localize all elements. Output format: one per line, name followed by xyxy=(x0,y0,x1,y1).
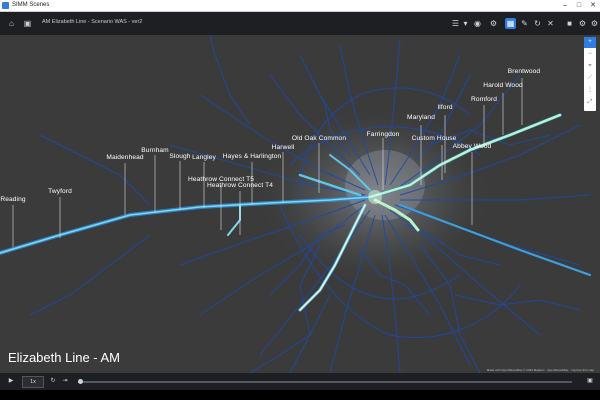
bottom-strip xyxy=(0,390,600,400)
play-icon[interactable]: ▶ xyxy=(6,376,16,386)
station-label-maidenhead[interactable]: Maidenhead xyxy=(106,154,143,161)
zoom-out-button[interactable]: − xyxy=(584,49,596,60)
edit-icon[interactable]: ✎ xyxy=(519,18,530,29)
loop-icon[interactable]: ↻ xyxy=(48,376,58,386)
speed-select[interactable]: 1x xyxy=(22,376,44,388)
station-label-harwell[interactable]: Harwell xyxy=(272,144,295,151)
map-attribution[interactable]: Made with OpenStreetMap © 2024 Mapbox · … xyxy=(487,368,594,372)
refresh-icon[interactable]: ↻ xyxy=(532,18,543,29)
window-titlebar: SIMM Scenes – □ ✕ xyxy=(0,0,600,12)
measure-icon[interactable]: ⟋ xyxy=(584,73,596,84)
app-title: SIMM Scenes xyxy=(12,2,50,8)
scenario-title: AM Elizabeth Line - Scenario WAS - ver2 xyxy=(42,19,143,25)
station-label-ilford[interactable]: Ilford xyxy=(437,104,452,111)
zoom-in-button[interactable]: + xyxy=(584,37,596,48)
station-label-custom-house[interactable]: Custom House xyxy=(412,135,457,142)
settings-icon[interactable]: ⚙ xyxy=(488,18,499,29)
map-canvas[interactable]: Reading Twyford Maidenhead Burnham Sloug… xyxy=(0,35,600,373)
save-icon[interactable]: ▣ xyxy=(22,18,33,29)
step-icon[interactable]: ⇥ xyxy=(60,376,70,386)
main-toolbar: ⌂ ▣ AM Elizabeth Line - Scenario WAS - v… xyxy=(0,12,600,35)
map-tools-panel: + − ⌖ ⟋ ⋮ ⤢ xyxy=(584,37,596,111)
station-label-maryland[interactable]: Maryland xyxy=(407,114,435,121)
home-icon[interactable]: ⌂ xyxy=(6,18,17,29)
close-icon[interactable]: ✕ xyxy=(545,18,556,29)
camera-icon[interactable]: ■ xyxy=(564,18,575,29)
gear-icon[interactable]: ⚙ xyxy=(577,18,588,29)
maximize-button[interactable]: □ xyxy=(572,0,586,11)
station-label-hayes-harlington[interactable]: Hayes & Harlington xyxy=(223,153,282,160)
station-label-romford[interactable]: Romford xyxy=(471,96,497,103)
fullscreen-icon[interactable]: ▣ xyxy=(585,376,595,386)
station-label-abbey-wood[interactable]: Abbey Wood xyxy=(453,143,492,150)
station-label-reading[interactable]: Reading xyxy=(0,196,25,203)
map-caption: Elizabeth Line - AM xyxy=(8,350,121,365)
app-icon xyxy=(2,2,9,9)
close-window-button[interactable]: ✕ xyxy=(586,0,600,11)
timeline-slider[interactable] xyxy=(78,379,572,384)
grid-icon[interactable]: ⋮ xyxy=(584,85,596,96)
layers-icon[interactable]: ▦ xyxy=(505,18,516,29)
minimize-button[interactable]: – xyxy=(558,0,572,11)
central-hub xyxy=(368,190,382,204)
station-label-slough[interactable]: Slough xyxy=(169,153,190,160)
station-label-heathrow-t4[interactable]: Heathrow Connect T4 xyxy=(207,182,273,189)
station-label-brentwood[interactable]: Brentwood xyxy=(508,68,540,75)
playback-bar: ▶ 1x ↻ ⇥ ▣ xyxy=(0,373,600,390)
station-label-burnham[interactable]: Burnham xyxy=(141,147,168,154)
gear-secondary-icon[interactable]: ⚙ xyxy=(589,18,600,29)
station-label-twyford[interactable]: Twyford xyxy=(48,188,72,195)
compass-icon[interactable]: ⌖ xyxy=(584,61,596,72)
target-icon[interactable]: ◉ xyxy=(472,18,483,29)
reset-view-icon[interactable]: ⤢ xyxy=(584,97,596,108)
chevron-down-icon[interactable]: ▾ xyxy=(460,18,471,29)
timeline-slider-handle[interactable] xyxy=(78,379,83,384)
station-label-harold-wood[interactable]: Harold Wood xyxy=(483,82,522,89)
station-label-farringdon[interactable]: Farringdon xyxy=(367,131,400,138)
station-label-old-oak-common[interactable]: Old Oak Common xyxy=(292,135,346,142)
station-label-langley[interactable]: Langley xyxy=(192,154,216,161)
